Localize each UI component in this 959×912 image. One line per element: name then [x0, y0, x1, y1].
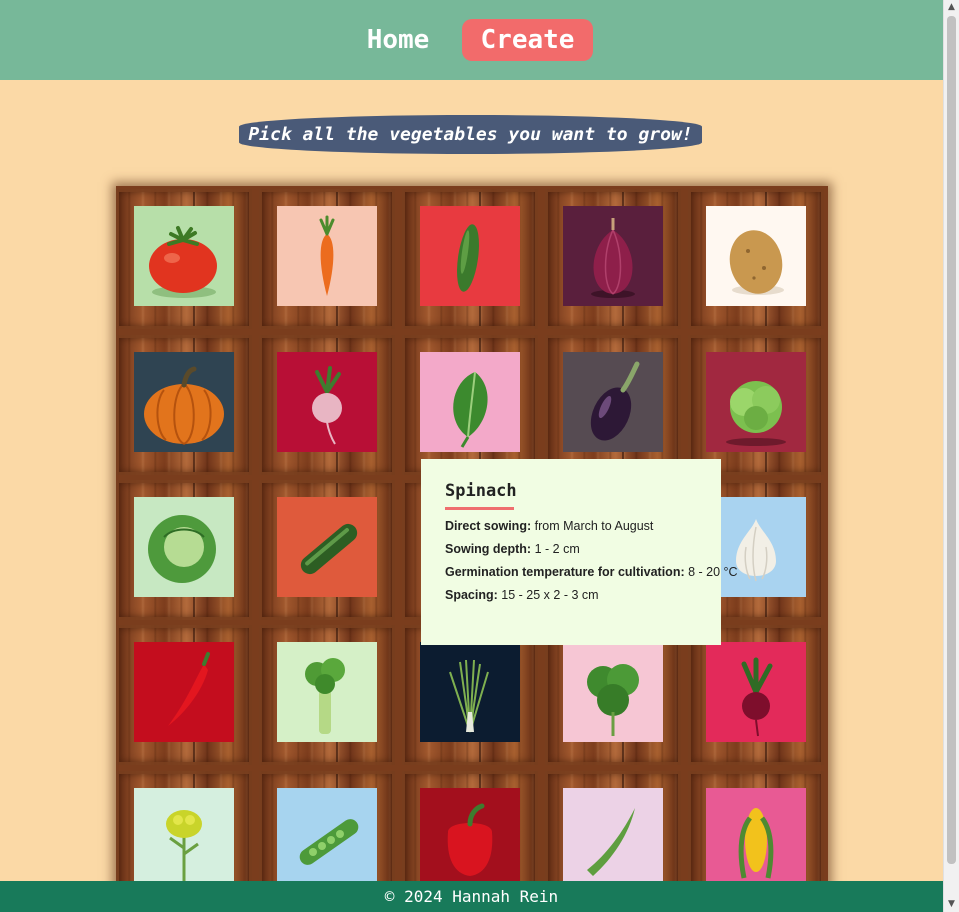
- broccoli-image: [134, 788, 234, 888]
- tooltip-label: Direct sowing:: [445, 519, 532, 533]
- veg-tile-beetroot[interactable]: [688, 625, 824, 765]
- veg-tile-potato[interactable]: [688, 189, 824, 329]
- chili-pepper-image: [134, 642, 234, 742]
- radish-image: [277, 352, 377, 452]
- tooltip-row-sowing: Direct sowing: from March to August: [445, 519, 697, 533]
- veg-tile-tomato[interactable]: [116, 189, 252, 329]
- tooltip-label: Spacing:: [445, 588, 498, 602]
- tomato-image: [134, 206, 234, 306]
- veg-tile-eggplant[interactable]: [545, 335, 681, 475]
- tooltip-title: Spinach: [445, 481, 517, 510]
- tooltip-row-depth: Sowing depth: 1 - 2 cm: [445, 542, 697, 556]
- vegetable-info-tooltip: Spinach Direct sowing: from March to Aug…: [421, 459, 738, 645]
- veg-tile-cabbage[interactable]: [116, 480, 252, 620]
- tooltip-row-spacing: Spacing: 15 - 25 x 2 - 3 cm: [445, 588, 697, 602]
- veg-tile-chili-pepper[interactable]: [116, 625, 252, 765]
- cucumber-image: [420, 206, 520, 306]
- tooltip-label: Germination temperature for cultivation:: [445, 565, 685, 579]
- footer: © 2024 Hannah Rein: [0, 881, 943, 912]
- potato-image: [706, 206, 806, 306]
- triangle-up-icon[interactable]: ▲: [944, 0, 959, 15]
- zucchini-image: [277, 497, 377, 597]
- page-viewport: Home Create Pick all the vegetables you …: [0, 0, 943, 912]
- veg-tile-chives[interactable]: [402, 625, 538, 765]
- vertical-scrollbar[interactable]: ▲ ▼: [943, 0, 959, 912]
- chard-image: [563, 642, 663, 742]
- veg-tile-celery[interactable]: [259, 625, 395, 765]
- veg-tile-zucchini[interactable]: [259, 480, 395, 620]
- red-onion-image: [563, 206, 663, 306]
- pumpkin-image: [134, 352, 234, 452]
- veg-tile-chard[interactable]: [545, 625, 681, 765]
- triangle-down-icon[interactable]: ▼: [944, 897, 959, 912]
- garlic-image: [706, 497, 806, 597]
- scrollbar-thumb[interactable]: [947, 16, 956, 864]
- tooltip-value: 8 - 20 °C: [688, 565, 738, 579]
- veg-tile-red-onion[interactable]: [545, 189, 681, 329]
- bell-pepper-image: [420, 788, 520, 888]
- veg-tile-lettuce[interactable]: [688, 335, 824, 475]
- snow-pea-image: [563, 788, 663, 888]
- celery-image: [277, 642, 377, 742]
- tooltip-value: 1 - 2 cm: [534, 542, 580, 556]
- nav-home-link[interactable]: Home: [352, 20, 444, 60]
- cabbage-image: [134, 497, 234, 597]
- veg-tile-carrot[interactable]: [259, 189, 395, 329]
- veg-tile-spinach[interactable]: [402, 335, 538, 475]
- beetroot-image: [706, 642, 806, 742]
- corn-image: [706, 788, 806, 888]
- veg-tile-cucumber[interactable]: [402, 189, 538, 329]
- nav-create-button[interactable]: Create: [462, 19, 593, 61]
- instruction-banner: Pick all the vegetables you want to grow…: [239, 115, 702, 154]
- tooltip-value: from March to August: [534, 519, 654, 533]
- tooltip-row-germination: Germination temperature for cultivation:…: [445, 565, 738, 579]
- tooltip-value: 15 - 25 x 2 - 3 cm: [501, 588, 599, 602]
- tooltip-label: Sowing depth:: [445, 542, 532, 556]
- eggplant-image: [563, 352, 663, 452]
- carrot-image: [277, 206, 377, 306]
- lettuce-image: [706, 352, 806, 452]
- pea-pod-image: [277, 788, 377, 888]
- chives-image: [420, 642, 520, 742]
- veg-tile-radish[interactable]: [259, 335, 395, 475]
- spinach-image: [420, 352, 520, 452]
- top-nav: Home Create: [0, 0, 943, 80]
- veg-tile-pumpkin[interactable]: [116, 335, 252, 475]
